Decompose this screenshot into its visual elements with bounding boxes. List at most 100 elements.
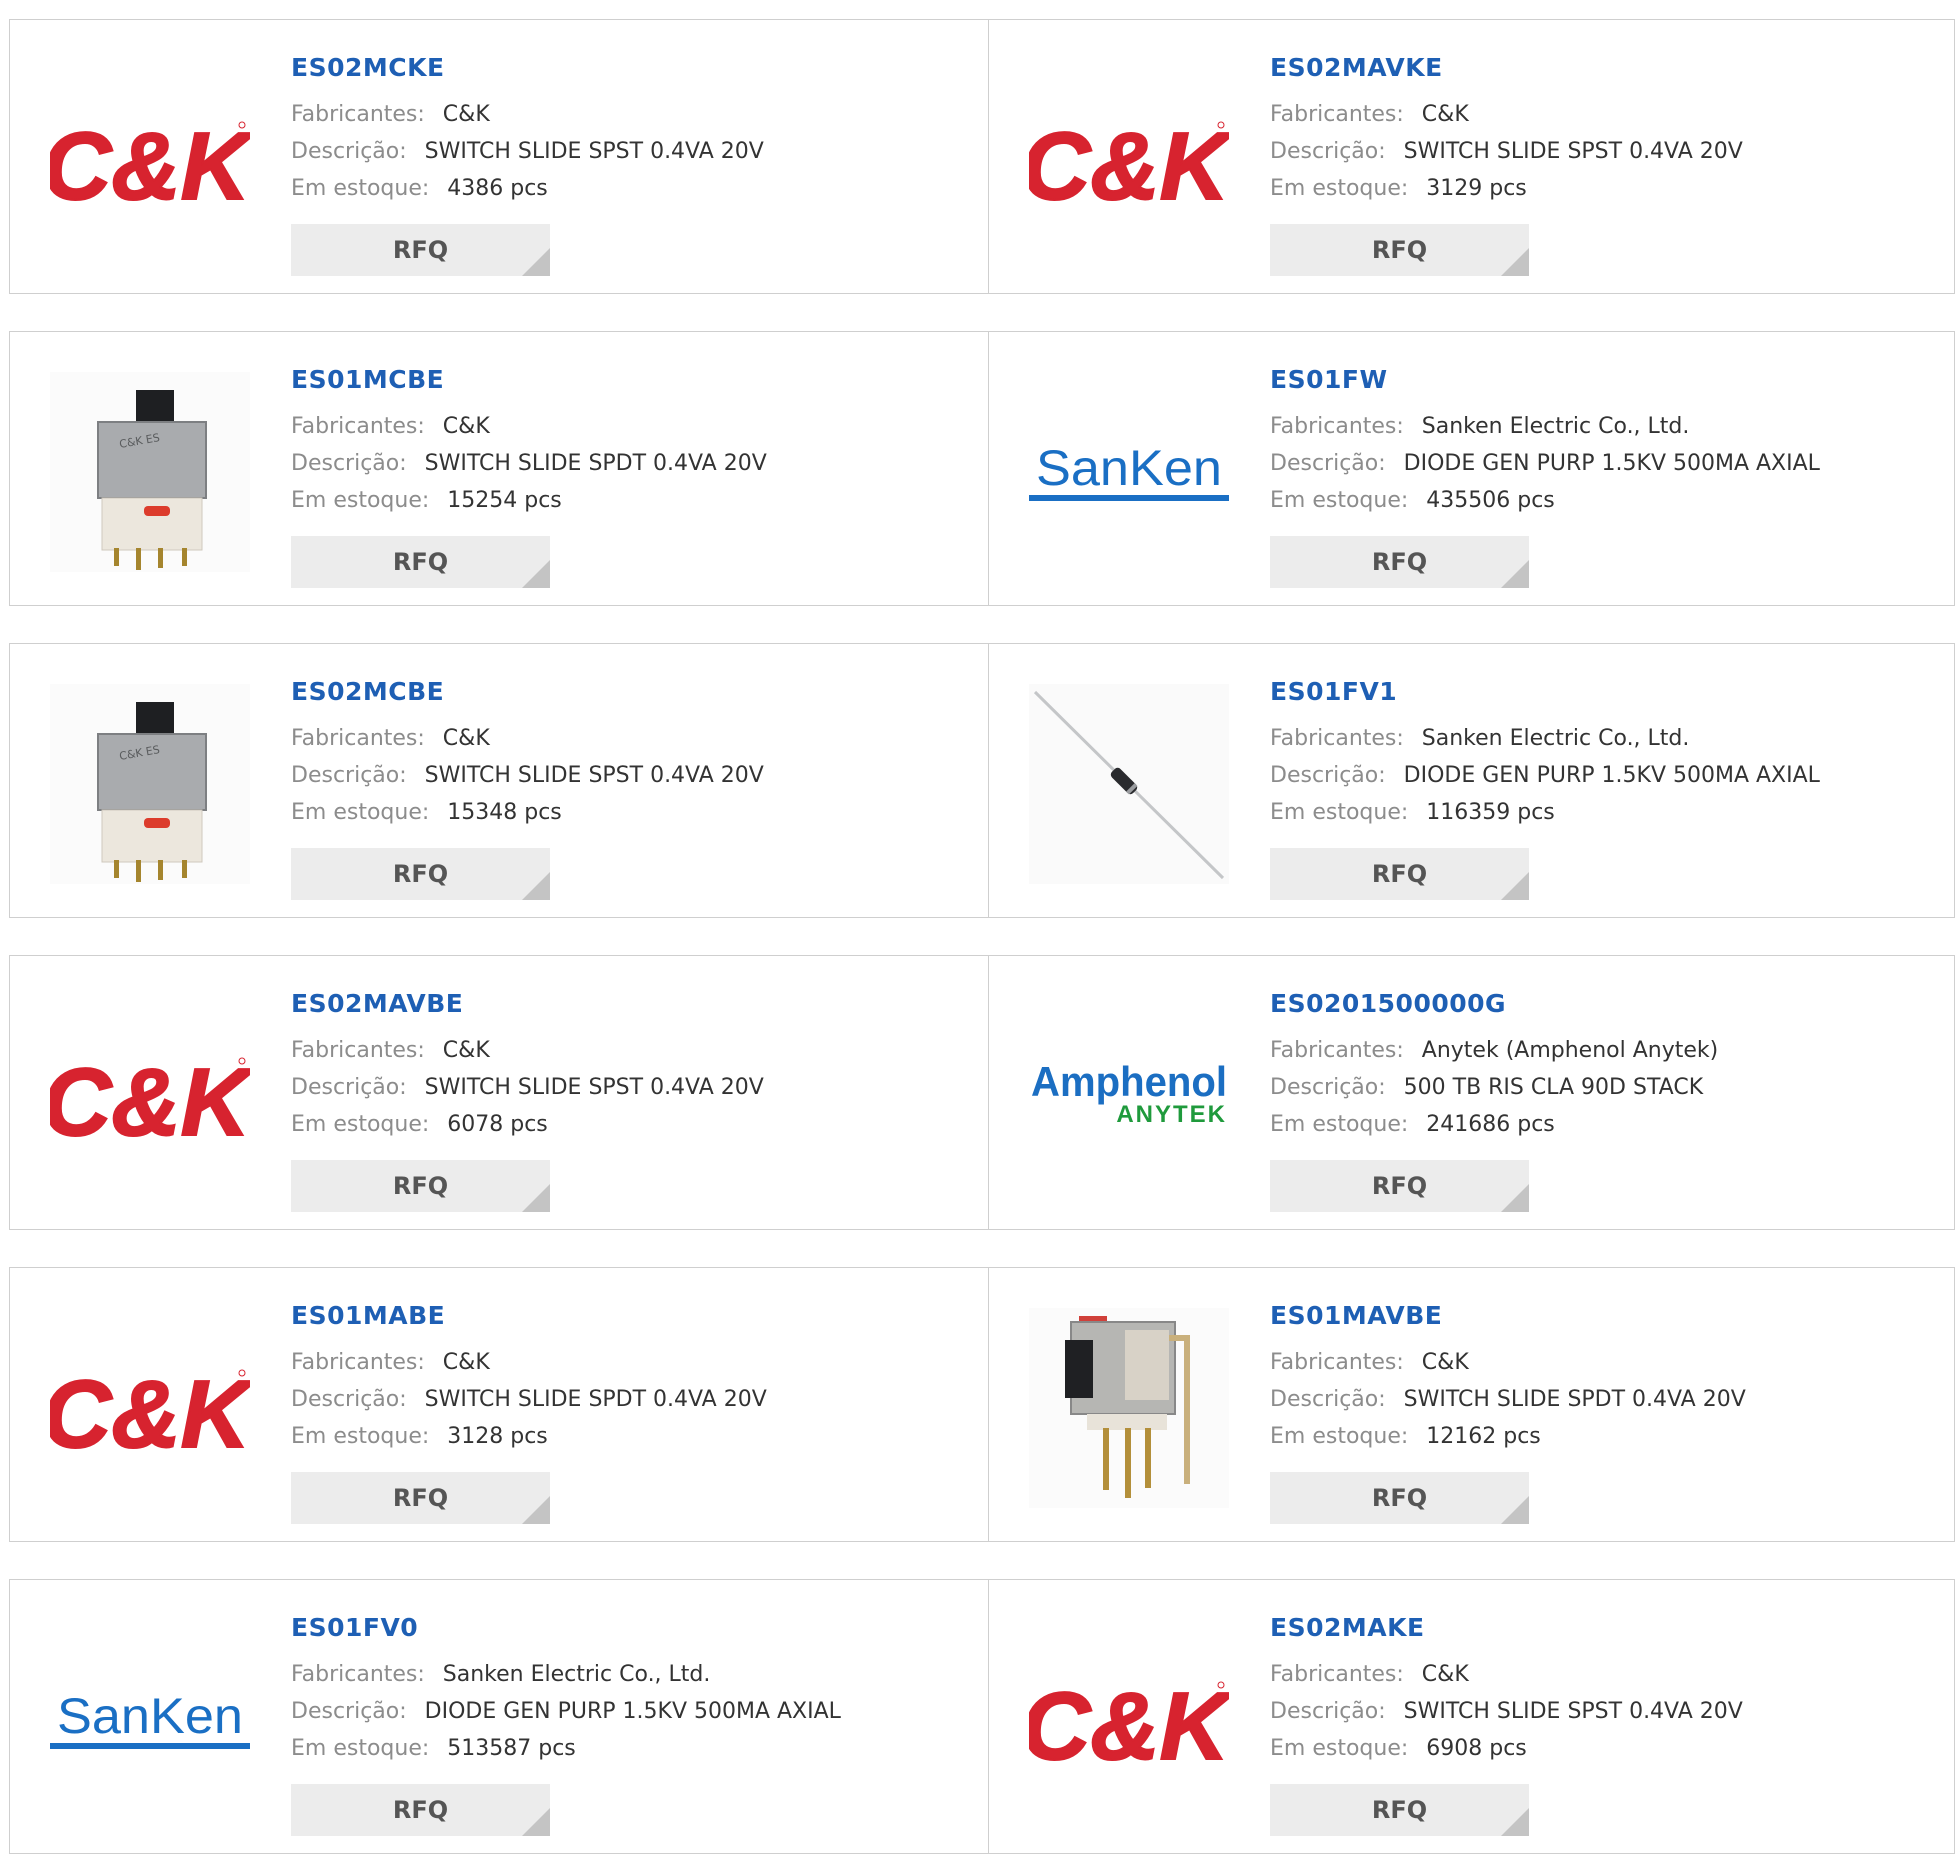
description-label: Descrição: (291, 451, 407, 476)
description-label: Descrição: (1270, 451, 1386, 476)
description-value: SWITCH SLIDE SPST 0.4VA 20V (1403, 1699, 1743, 1724)
manufacturer-label: Fabricantes: (1270, 1350, 1404, 1375)
ck-logo[interactable]: C&K (1029, 1620, 1229, 1820)
rfq-button[interactable]: RFQ (1270, 1160, 1529, 1212)
stock-label: Em estoque: (291, 1736, 430, 1761)
corner-triangle-icon (1501, 248, 1529, 276)
product-card: C&K ES01MABE Fabricantes: C&K Descrição: S… (10, 1268, 988, 1541)
stock-value: 435506 pcs (1426, 488, 1555, 513)
part-number-link[interactable]: ES02MCBE (291, 674, 764, 710)
part-number-link[interactable]: ES01FV1 (1270, 674, 1820, 710)
manufacturer-label: Fabricantes: (291, 726, 425, 751)
svg-text:C&K: C&K (50, 1361, 250, 1463)
stock-label: Em estoque: (1270, 800, 1409, 825)
description-value: DIODE GEN PURP 1.5KV 500MA AXIAL (1403, 763, 1820, 788)
rfq-button[interactable]: RFQ (1270, 224, 1529, 276)
description-label: Descrição: (1270, 139, 1386, 164)
product-card: ES01MAVBE Fabricantes: C&K Descrição: SWIT… (988, 1268, 1955, 1541)
description-label: Descrição: (291, 1387, 407, 1412)
corner-triangle-icon (522, 1496, 550, 1524)
rfq-button[interactable]: RFQ (1270, 1472, 1529, 1524)
rfq-button[interactable]: RFQ (291, 1472, 550, 1524)
product-card: C&K ES02MAVBE Fabricantes: C&K Descrição:… (10, 956, 988, 1229)
product-card: C&K ES02MCKE Fabricantes: C&K Descrição: S… (10, 20, 988, 293)
corner-triangle-icon (1501, 872, 1529, 900)
rfq-button[interactable]: RFQ (1270, 536, 1529, 588)
slide-switch-photo[interactable]: C&K ES (50, 372, 250, 572)
ck-logo[interactable]: C&K (50, 60, 250, 260)
manufacturer-value: C&K (442, 1350, 490, 1375)
rfq-button-label: RFQ (392, 548, 449, 576)
stock-label: Em estoque: (291, 1424, 430, 1449)
manufacturer-value: Sanken Electric Co., Ltd. (442, 1662, 711, 1687)
manufacturer-value: C&K (442, 414, 490, 439)
manufacturer-label: Fabricantes: (1270, 1662, 1404, 1687)
description-value: SWITCH SLIDE SPST 0.4VA 20V (424, 1075, 764, 1100)
svg-text:Amphenol: Amphenol (1031, 1058, 1227, 1105)
description-value: SWITCH SLIDE SPST 0.4VA 20V (424, 763, 764, 788)
stock-value: 4386 pcs (447, 176, 548, 201)
manufacturer-label: Fabricantes: (1270, 726, 1404, 751)
rfq-button[interactable]: RFQ (291, 536, 550, 588)
sanken-logo[interactable]: SanKen (1029, 372, 1229, 572)
description-label: Descrição: (1270, 1387, 1386, 1412)
stock-label: Em estoque: (291, 176, 430, 201)
part-number-link[interactable]: ES02MCKE (291, 50, 764, 86)
slide-switch-photo[interactable]: C&K ES (50, 684, 250, 884)
axial-diode-photo[interactable] (1029, 684, 1229, 884)
manufacturer-value: C&K (442, 1038, 490, 1063)
product-row: C&K ES ES01MCBE Fabricantes: C&K Descriçã… (9, 331, 1955, 606)
part-number-link[interactable]: ES02MAVKE (1270, 50, 1743, 86)
rfq-button[interactable]: RFQ (1270, 1784, 1529, 1836)
manufacturer-value: Sanken Electric Co., Ltd. (1421, 414, 1690, 439)
rfq-button[interactable]: RFQ (291, 848, 550, 900)
svg-text:SanKen: SanKen (57, 1688, 243, 1744)
product-card: C&K ES02MAKE Fabricantes: C&K Descrição: S… (988, 1580, 1955, 1853)
part-number-link[interactable]: ES01FV0 (291, 1610, 841, 1646)
part-number-link[interactable]: ES01FW (1270, 362, 1820, 398)
corner-triangle-icon (1501, 1808, 1529, 1836)
product-grid: C&K ES02MCKE Fabricantes: C&K Descrição: S… (0, 0, 1955, 1854)
stock-value: 241686 pcs (1426, 1112, 1555, 1137)
rfq-button-label: RFQ (392, 860, 449, 888)
stock-value: 513587 pcs (447, 1736, 576, 1761)
manufacturer-value: C&K (442, 726, 490, 751)
svg-text:SanKen: SanKen (1036, 440, 1222, 496)
manufacturer-value: C&K (442, 102, 490, 127)
amphenol-anytek-logo[interactable]: Amphenol ANYTEK (1029, 996, 1229, 1196)
description-label: Descrição: (291, 1699, 407, 1724)
right-angle-switch-photo[interactable] (1029, 1308, 1229, 1508)
rfq-button[interactable]: RFQ (1270, 848, 1529, 900)
ck-logo[interactable]: C&K (1029, 60, 1229, 260)
part-number-link[interactable]: ES02MAVBE (291, 986, 764, 1022)
part-number-link[interactable]: ES01MCBE (291, 362, 767, 398)
rfq-button[interactable]: RFQ (291, 224, 550, 276)
product-row: C&K ES ES02MCBE Fabricantes: C&K Descriçã… (9, 643, 1955, 918)
rfq-button-label: RFQ (1371, 1796, 1428, 1824)
stock-label: Em estoque: (291, 488, 430, 513)
part-number-link[interactable]: ES0201500000G (1270, 986, 1718, 1022)
rfq-button[interactable]: RFQ (291, 1784, 550, 1836)
part-number-link[interactable]: ES01MABE (291, 1298, 767, 1334)
svg-text:C&K: C&K (1029, 113, 1229, 215)
svg-text:C&K: C&K (50, 1049, 250, 1151)
stock-value: 116359 pcs (1426, 800, 1555, 825)
rfq-button[interactable]: RFQ (291, 1160, 550, 1212)
stock-value: 3129 pcs (1426, 176, 1527, 201)
product-card: ES01FV1 Fabricantes: Sanken Electric Co.,… (988, 644, 1955, 917)
corner-triangle-icon (522, 560, 550, 588)
ck-logo[interactable]: C&K (50, 1308, 250, 1508)
rfq-button-label: RFQ (1371, 1172, 1428, 1200)
rfq-button-label: RFQ (392, 1796, 449, 1824)
ck-logo[interactable]: C&K (50, 996, 250, 1196)
corner-triangle-icon (522, 1184, 550, 1212)
rfq-button-label: RFQ (1371, 548, 1428, 576)
product-card: C&K ES ES02MCBE Fabricantes: C&K Descriçã… (10, 644, 988, 917)
part-number-link[interactable]: ES02MAKE (1270, 1610, 1743, 1646)
stock-label: Em estoque: (1270, 1736, 1409, 1761)
sanken-logo[interactable]: SanKen (50, 1620, 250, 1820)
part-number-link[interactable]: ES01MAVBE (1270, 1298, 1746, 1334)
stock-value: 15348 pcs (447, 800, 562, 825)
description-label: Descrição: (1270, 1075, 1386, 1100)
manufacturer-label: Fabricantes: (1270, 102, 1404, 127)
